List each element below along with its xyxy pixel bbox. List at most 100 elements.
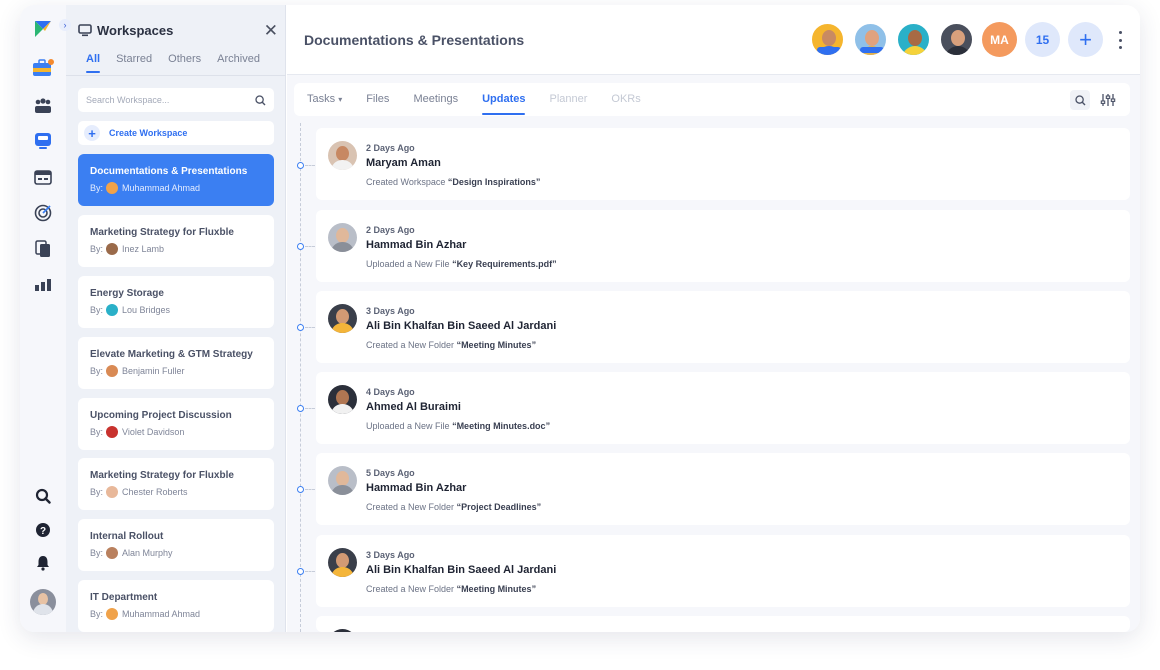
user-avatar <box>328 304 357 333</box>
by-label: By: <box>90 487 104 497</box>
update-user: Hammad Bin Azhar <box>366 239 467 251</box>
update-target[interactable]: “Design Inspirations” <box>448 177 541 187</box>
user-avatar <box>328 548 357 577</box>
member-count-badge[interactable]: 15 <box>1025 22 1060 57</box>
tab-okrs[interactable]: OKRs <box>611 93 640 105</box>
member-avatar[interactable] <box>939 22 974 57</box>
update-card-partial[interactable] <box>316 616 1130 632</box>
workspace-card[interactable]: Upcoming Project Discussion By: Violet Da… <box>78 398 274 450</box>
tab-archived[interactable]: Archived <box>217 53 260 65</box>
workspace-owner: Violet Davidson <box>122 427 185 437</box>
workspace-card[interactable]: IT Department By: Muhammad Ahmad <box>78 580 274 632</box>
workspaces-title: Workspaces <box>97 22 174 38</box>
team-icon[interactable] <box>31 94 55 118</box>
update-action: Created a New Folder “Meeting Minutes” <box>366 340 536 350</box>
workspace-tabs: Tasks ▾ Files Meetings Updates Planner O… <box>307 93 665 115</box>
workspace-owner-row: By: Lou Bridges <box>90 304 262 316</box>
search-icon <box>1074 94 1085 105</box>
tab-planner[interactable]: Planner <box>549 93 587 105</box>
workspace-name: Energy Storage <box>90 288 164 299</box>
update-time: 5 Days Ago <box>366 468 415 478</box>
update-action-text: Created a New Folder <box>366 502 455 512</box>
update-target[interactable]: “Meeting Minutes.doc” <box>452 421 550 431</box>
plus-icon: + <box>1079 26 1092 52</box>
bell-icon[interactable] <box>31 551 55 575</box>
search-button[interactable] <box>1070 90 1090 110</box>
workspace-owner: Inez Lamb <box>122 244 165 254</box>
tab-updates[interactable]: Updates <box>482 93 526 115</box>
update-card[interactable]: 5 Days Ago Hammad Bin Azhar Created a Ne… <box>316 453 1130 525</box>
tab-files[interactable]: Files <box>366 93 389 105</box>
brand-logo[interactable] <box>31 17 55 41</box>
update-target[interactable]: “Key Requirements.pdf” <box>452 259 557 269</box>
workspace-card[interactable]: Marketing Strategy for Fluxble By: Inez L… <box>78 215 274 267</box>
search-workspace-input[interactable]: Search Workspace... <box>78 88 274 112</box>
update-card[interactable]: 2 Days Ago Hammad Bin Azhar Uploaded a N… <box>316 210 1130 282</box>
plus-icon: + <box>84 125 100 141</box>
workspace-card[interactable]: Documentations & Presentations By: Muhamm… <box>78 154 274 206</box>
board-icon[interactable] <box>31 129 55 153</box>
workspaces-header: Workspaces ✕ <box>78 20 278 40</box>
svg-text:?: ? <box>40 526 46 537</box>
by-label: By: <box>90 366 104 376</box>
workspace-card[interactable]: Marketing Strategy for Fluxble By: Cheste… <box>78 458 274 510</box>
member-avatar[interactable] <box>853 22 888 57</box>
workspace-owner-row: By: Alan Murphy <box>90 547 262 559</box>
by-label: By: <box>90 609 104 619</box>
add-member-button[interactable]: + <box>1068 22 1103 57</box>
workspace-name: Marketing Strategy for Fluxble <box>90 227 234 238</box>
member-avatar[interactable] <box>896 22 931 57</box>
owner-avatar <box>106 547 119 559</box>
create-workspace-button[interactable]: + Create Workspace <box>78 121 274 145</box>
workspace-owner: Chester Roberts <box>122 487 188 497</box>
search-icon[interactable] <box>31 484 55 508</box>
briefcase-icon[interactable] <box>31 56 55 80</box>
calendar-icon[interactable] <box>31 165 55 189</box>
update-action: Created a New Folder “Meeting Minutes” <box>366 584 536 594</box>
app-window: ? › Workspaces ✕ All Starred Others Arch… <box>20 5 1140 632</box>
timeline-connector <box>305 165 315 166</box>
workspace-owner-row: By: Muhammad Ahmad <box>90 182 262 194</box>
tab-tasks[interactable]: Tasks ▾ <box>307 93 342 105</box>
update-card[interactable]: 2 Days Ago Maryam Aman Created Workspace… <box>316 128 1130 200</box>
update-target[interactable]: “Meeting Minutes” <box>457 584 537 594</box>
filter-button[interactable] <box>1098 90 1118 110</box>
collapse-toggle[interactable]: › <box>59 19 71 31</box>
member-avatar[interactable] <box>810 22 845 57</box>
sliders-icon <box>1100 94 1116 106</box>
update-target[interactable]: “Project Deadlines” <box>457 502 542 512</box>
workspace-filter-tabs: All Starred Others Archived <box>86 53 260 73</box>
workspace-owner-row: By: Chester Roberts <box>90 486 262 498</box>
update-card[interactable]: 3 Days Ago Ali Bin Khalfan Bin Saeed Al … <box>316 535 1130 607</box>
close-icon[interactable]: ✕ <box>264 21 278 41</box>
workspaces-panel: Workspaces ✕ All Starred Others Archived… <box>66 5 286 632</box>
tab-meetings[interactable]: Meetings <box>413 93 458 105</box>
help-icon[interactable]: ? <box>31 518 55 542</box>
workspace-name: Elevate Marketing & GTM Strategy <box>90 349 253 360</box>
tab-tasks-label: Tasks <box>307 93 336 105</box>
timeline-connector <box>305 327 315 328</box>
update-time: 3 Days Ago <box>366 306 415 316</box>
update-card[interactable]: 4 Days Ago Ahmed Al Buraimi Uploaded a N… <box>316 372 1130 444</box>
update-action-text: Created a New Folder <box>366 340 455 350</box>
workspace-card[interactable]: Internal Rollout By: Alan Murphy <box>78 519 274 571</box>
tab-all[interactable]: All <box>86 53 101 73</box>
update-target[interactable]: “Meeting Minutes” <box>457 340 537 350</box>
workspace-card[interactable]: Elevate Marketing & GTM Strategy By: Benj… <box>78 337 274 389</box>
update-user: Hammad Bin Azhar <box>366 482 467 494</box>
profile-avatar[interactable] <box>30 589 56 615</box>
more-options-icon[interactable] <box>1117 29 1123 51</box>
analytics-icon[interactable] <box>31 273 55 297</box>
timeline-line <box>300 123 301 632</box>
documents-icon[interactable] <box>31 237 55 261</box>
by-label: By: <box>90 183 104 193</box>
tab-starred[interactable]: Starred <box>116 53 152 65</box>
target-icon[interactable] <box>31 201 55 225</box>
owner-avatar <box>106 608 119 620</box>
update-user: Ahmed Al Buraimi <box>366 401 461 413</box>
tab-others[interactable]: Others <box>168 53 201 65</box>
workspace-card[interactable]: Energy Storage By: Lou Bridges <box>78 276 274 328</box>
by-label: By: <box>90 548 104 558</box>
member-initials-avatar[interactable]: MA <box>982 22 1017 57</box>
update-card[interactable]: 3 Days Ago Ali Bin Khalfan Bin Saeed Al … <box>316 291 1130 363</box>
